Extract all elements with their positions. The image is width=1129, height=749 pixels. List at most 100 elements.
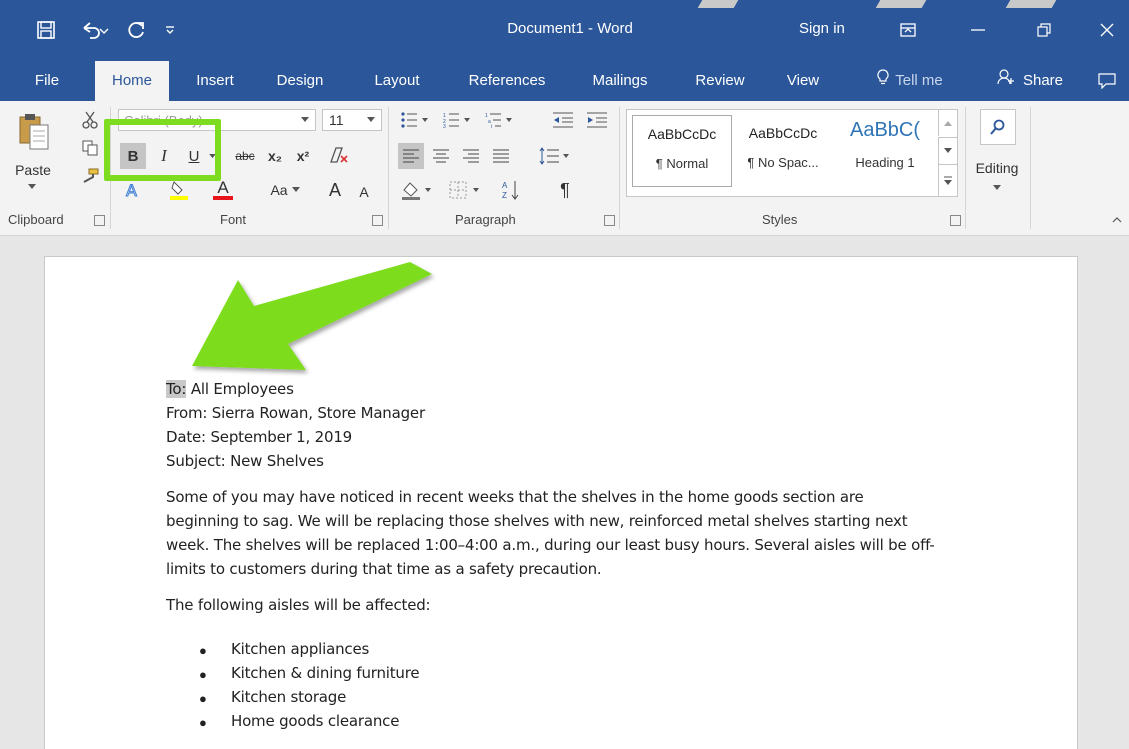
close-icon[interactable]	[1085, 14, 1129, 46]
highlight-box	[104, 119, 221, 181]
comments-icon[interactable]	[1092, 61, 1122, 101]
editing-dropdown-icon[interactable]	[992, 183, 1002, 193]
paragraph-line: limits to customers during that time as …	[166, 560, 602, 578]
window-title: Document1 - Word	[507, 20, 633, 37]
shading-icon[interactable]	[398, 177, 438, 203]
decrease-indent-icon[interactable]	[550, 109, 576, 131]
clear-formatting-icon[interactable]	[326, 143, 352, 169]
styles-launcher-icon[interactable]	[950, 215, 961, 226]
style-normal[interactable]: AaBbCcDc ¶ Normal	[632, 115, 732, 187]
shrink-font-button[interactable]: A	[352, 181, 376, 203]
svg-text:3: 3	[443, 124, 446, 128]
document-page[interactable]: To: All Employees From: Sierra Rowan, St…	[44, 256, 1078, 749]
numbering-icon[interactable]: 123	[440, 109, 474, 131]
style-heading-1[interactable]: AaBbC( Heading 1	[836, 115, 934, 185]
ribbon-display-options-icon[interactable]	[886, 14, 930, 46]
styles-group-label: Styles	[762, 212, 798, 227]
memo-to-line: To: All Employees	[166, 380, 294, 398]
style-name: Heading 1	[855, 155, 915, 170]
svg-text:A: A	[126, 181, 137, 199]
align-center-icon[interactable]	[428, 143, 454, 169]
multilevel-list-icon[interactable]: 1ai	[482, 109, 516, 131]
clipboard-launcher-icon[interactable]	[94, 215, 105, 226]
show-formatting-marks-button[interactable]: ¶	[552, 177, 578, 203]
group-divider	[619, 107, 620, 229]
styles-scroll-down-icon[interactable]	[938, 137, 957, 164]
tab-review[interactable]: Review	[683, 61, 757, 101]
bullet-icon: ●	[199, 643, 207, 658]
minimize-icon[interactable]	[956, 14, 1000, 46]
share-button[interactable]: Share	[984, 61, 1076, 101]
tab-view[interactable]: View	[778, 61, 828, 101]
tell-me-label: Tell me	[895, 72, 943, 89]
change-case-button[interactable]: Aa	[262, 177, 308, 203]
paste-dropdown-icon[interactable]	[22, 181, 42, 193]
font-launcher-icon[interactable]	[372, 215, 383, 226]
sort-icon[interactable]: AZ	[498, 177, 524, 203]
styles-more-icon[interactable]	[938, 164, 957, 197]
paste-button[interactable]: Paste	[8, 159, 58, 181]
borders-icon[interactable]	[444, 177, 488, 203]
collapse-ribbon-icon[interactable]	[1110, 213, 1124, 227]
subscript-button[interactable]: x₂	[262, 143, 288, 169]
memo-date-line: Date: September 1, 2019	[166, 428, 353, 446]
style-sample: AaBbCcDc	[647, 126, 717, 142]
tab-file[interactable]: File	[20, 61, 74, 101]
change-case-label: Aa	[270, 182, 288, 198]
styles-scroll-up-icon[interactable]	[938, 110, 957, 136]
clipboard-icon[interactable]	[14, 109, 52, 153]
memo-to-value: All Employees	[186, 380, 294, 398]
find-search-icon[interactable]	[980, 109, 1016, 145]
tab-references[interactable]: References	[460, 61, 554, 101]
format-painter-icon[interactable]	[78, 165, 102, 187]
bullet-icon: ●	[199, 691, 207, 706]
group-divider	[388, 107, 389, 229]
align-right-icon[interactable]	[458, 143, 484, 169]
person-add-icon	[997, 61, 1015, 101]
svg-text:i: i	[491, 124, 492, 128]
tab-mailings[interactable]: Mailings	[580, 61, 660, 101]
decorative-shape	[1005, 0, 1057, 8]
editing-button[interactable]: Editing	[970, 157, 1024, 179]
list-item: Kitchen & dining furniture	[231, 664, 420, 682]
tab-insert[interactable]: Insert	[188, 61, 242, 101]
bullets-icon[interactable]	[398, 109, 432, 131]
align-left-icon[interactable]	[398, 143, 424, 169]
restore-icon[interactable]	[1022, 14, 1066, 46]
list-item: Kitchen appliances	[231, 640, 370, 658]
style-name: ¶ No Spac...	[747, 155, 819, 170]
group-divider	[1030, 107, 1031, 229]
font-size-dropdown-icon[interactable]	[366, 115, 376, 125]
undo-icon[interactable]	[78, 16, 114, 44]
font-name-dropdown-icon[interactable]	[300, 115, 310, 125]
tab-home[interactable]: Home	[95, 61, 169, 101]
grow-font-button[interactable]: A	[322, 177, 348, 203]
group-divider	[965, 107, 966, 229]
list-item: Home goods clearance	[231, 712, 400, 730]
tell-me-box[interactable]: Tell me	[862, 61, 958, 101]
tab-design[interactable]: Design	[268, 61, 332, 101]
lightbulb-icon	[877, 61, 889, 101]
style-name: ¶ Normal	[655, 156, 709, 171]
style-sample: AaBbCcDc	[748, 125, 818, 141]
paragraph-launcher-icon[interactable]	[604, 215, 615, 226]
justify-icon[interactable]	[488, 143, 514, 169]
tab-layout[interactable]: Layout	[362, 61, 432, 101]
style-no-spacing[interactable]: AaBbCcDc ¶ No Spac...	[732, 115, 834, 185]
cut-icon[interactable]	[78, 109, 102, 131]
line-spacing-icon[interactable]	[532, 143, 576, 169]
customize-quick-access-icon[interactable]	[160, 16, 180, 44]
superscript-button[interactable]: x²	[290, 143, 316, 169]
sign-in-link[interactable]: Sign in	[799, 20, 845, 37]
selected-text[interactable]: To:	[166, 380, 186, 398]
paragraph-group-label: Paragraph	[455, 212, 516, 227]
strikethrough-button[interactable]: abc	[230, 143, 260, 169]
save-icon[interactable]	[34, 16, 58, 44]
redo-icon[interactable]	[126, 16, 148, 44]
list-item: Kitchen storage	[231, 688, 347, 706]
increase-indent-icon[interactable]	[584, 109, 610, 131]
copy-icon[interactable]	[78, 137, 102, 159]
font-size-value: 11	[329, 112, 344, 128]
ribbon-tabs: File Home Insert Design Layout Reference…	[0, 61, 1129, 101]
decorative-shape	[697, 0, 739, 8]
